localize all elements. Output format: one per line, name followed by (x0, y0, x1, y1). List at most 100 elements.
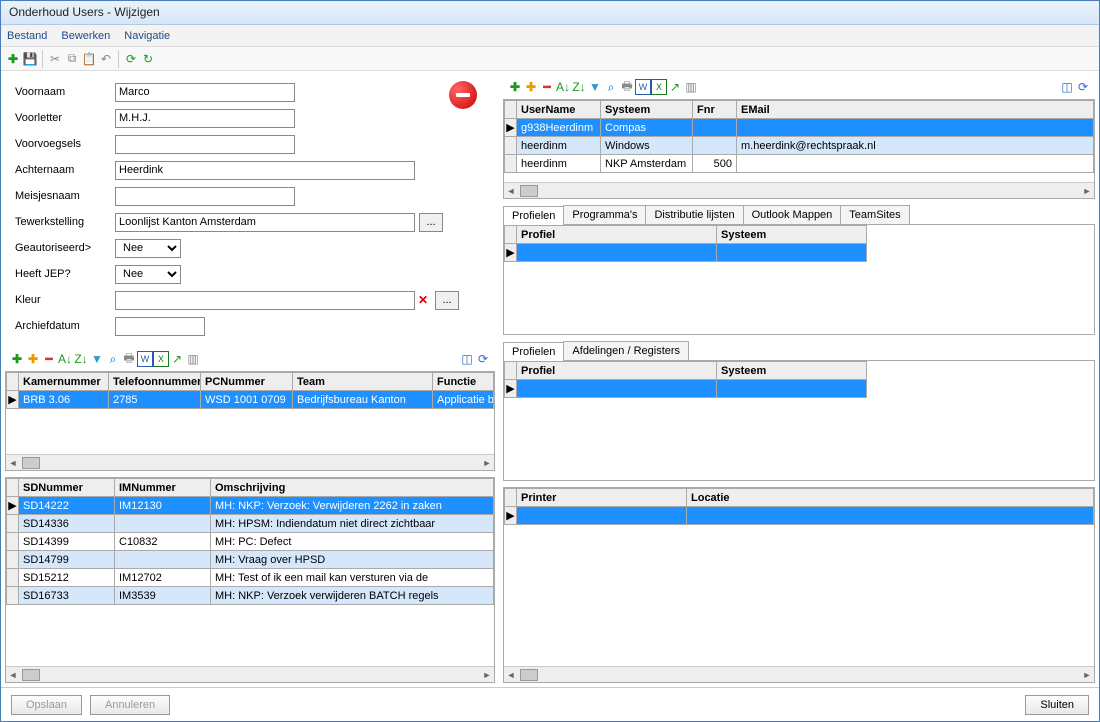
sluiten-button[interactable]: Sluiten (1025, 695, 1089, 715)
profiel-grid-2[interactable]: ProfielSysteem ▶ (503, 361, 1095, 481)
sync-icon[interactable]: ↻ (140, 51, 156, 67)
tab-outlook[interactable]: Outlook Mappen (743, 205, 842, 224)
plus-icon[interactable]: ✚ (25, 351, 41, 367)
remove-icon[interactable]: ━ (41, 351, 57, 367)
plus-icon[interactable]: ✚ (523, 79, 539, 95)
copy-icon[interactable]: ⧉ (64, 51, 80, 67)
col-profiel[interactable]: Profiel (517, 362, 717, 380)
input-voorvoegsels[interactable] (115, 135, 295, 154)
save-icon[interactable]: 💾 (22, 51, 38, 67)
input-achternaam[interactable] (115, 161, 415, 180)
refresh-icon[interactable]: ⟳ (1075, 79, 1091, 95)
table-row[interactable]: ▶ BRB 3.06 2785 WSD 1001 0709 Bedrijfsbu… (7, 391, 494, 409)
find-icon[interactable]: ⌕ (105, 351, 121, 367)
columns-icon[interactable]: ▥ (683, 79, 699, 95)
input-voornaam[interactable] (115, 83, 295, 102)
find-icon[interactable]: ⌕ (603, 79, 619, 95)
table-row[interactable]: heerdinmWindowsm.heerdink@rechtspraak.nl (505, 137, 1094, 155)
col-kamernummer[interactable]: Kamernummer (19, 373, 109, 391)
users-grid[interactable]: UserName Systeem Fnr EMail ▶g938Heerdinm… (503, 99, 1095, 199)
kamer-grid[interactable]: Kamernummer Telefoonnummer PCNummer Team… (5, 371, 495, 471)
lookup-kleur[interactable]: ... (435, 291, 459, 310)
input-tewerkstelling[interactable] (115, 213, 415, 232)
print-icon[interactable]: 🖶 (619, 79, 635, 95)
sort-desc-icon[interactable]: Z↓ (571, 79, 587, 95)
undo-icon[interactable]: ↶ (98, 51, 114, 67)
add-icon[interactable]: ✚ (9, 351, 25, 367)
h-scrollbar[interactable]: ◄► (6, 454, 494, 470)
sort-asc-icon[interactable]: A↓ (555, 79, 571, 95)
menu-bewerken[interactable]: Bewerken (61, 30, 110, 42)
h-scrollbar[interactable]: ◄► (6, 666, 494, 682)
col-functie[interactable]: Functie (433, 373, 494, 391)
tab-teamsites[interactable]: TeamSites (840, 205, 909, 224)
tab-afdelingen[interactable]: Afdelingen / Registers (563, 341, 689, 360)
opslaan-button[interactable]: Opslaan (11, 695, 82, 715)
detail-icon[interactable]: ◫ (1059, 79, 1075, 95)
table-row[interactable]: ▶ (505, 507, 1094, 525)
table-row[interactable]: SD16733IM3539MH: NKP: Verzoek verwijdere… (7, 587, 494, 605)
col-systeem[interactable]: Systeem (717, 362, 867, 380)
refresh-icon[interactable]: ⟳ (475, 351, 491, 367)
col-pcnummer[interactable]: PCNummer (201, 373, 293, 391)
col-fnr[interactable]: Fnr (693, 101, 737, 119)
h-scrollbar[interactable]: ◄► (504, 666, 1094, 682)
menu-navigatie[interactable]: Navigatie (124, 30, 170, 42)
lookup-tewerkstelling[interactable]: ... (419, 213, 443, 232)
menu-bestand[interactable]: Bestand (7, 30, 47, 42)
input-voorletter[interactable] (115, 109, 295, 128)
profiel-grid-1[interactable]: ProfielSysteem ▶ (503, 225, 1095, 335)
remove-icon[interactable]: ━ (539, 79, 555, 95)
paste-icon[interactable]: 📋 (81, 51, 97, 67)
input-meisjesnaam[interactable] (115, 187, 295, 206)
columns-icon[interactable]: ▥ (185, 351, 201, 367)
h-scrollbar[interactable]: ◄► (504, 182, 1094, 198)
table-row[interactable]: heerdinmNKP Amsterdam500 (505, 155, 1094, 173)
table-row[interactable]: ▶ (505, 244, 1094, 262)
filter-icon[interactable]: ▼ (587, 79, 603, 95)
annuleren-button[interactable]: Annuleren (90, 695, 170, 715)
col-printer[interactable]: Printer (517, 489, 687, 507)
select-geautoriseerd[interactable]: Nee (115, 239, 181, 258)
sd-grid[interactable]: SDNummer IMNummer Omschrijving ▶SD14222I… (5, 477, 495, 683)
filter-icon[interactable]: ▼ (89, 351, 105, 367)
table-row[interactable]: ▶g938HeerdinmCompas (505, 119, 1094, 137)
clear-kleur-icon[interactable]: ✕ (415, 292, 431, 308)
col-omschrijving[interactable]: Omschrijving (211, 479, 494, 497)
select-heeft-jep[interactable]: Nee (115, 265, 181, 284)
detail-icon[interactable]: ◫ (459, 351, 475, 367)
sort-asc-icon[interactable]: A↓ (57, 351, 73, 367)
export-icon[interactable]: ↗ (667, 79, 683, 95)
col-team[interactable]: Team (293, 373, 433, 391)
col-telefoon[interactable]: Telefoonnummer (109, 373, 201, 391)
refresh-icon[interactable]: ⟳ (123, 51, 139, 67)
tab-distributie[interactable]: Distributie lijsten (645, 205, 743, 224)
col-profiel[interactable]: Profiel (517, 226, 717, 244)
excel-icon[interactable]: X (153, 351, 169, 367)
col-sdnummer[interactable]: SDNummer (19, 479, 115, 497)
table-row[interactable]: SD14399C10832MH: PC: Defect (7, 533, 494, 551)
col-imnummer[interactable]: IMNummer (115, 479, 211, 497)
tab-profielen-2[interactable]: Profielen (503, 342, 564, 361)
col-locatie[interactable]: Locatie (687, 489, 1094, 507)
col-email[interactable]: EMail (737, 101, 1094, 119)
excel-icon[interactable]: X (651, 79, 667, 95)
sort-desc-icon[interactable]: Z↓ (73, 351, 89, 367)
col-username[interactable]: UserName (517, 101, 601, 119)
add-icon[interactable]: ✚ (507, 79, 523, 95)
export-icon[interactable]: ↗ (169, 351, 185, 367)
printer-grid[interactable]: PrinterLocatie ▶ ◄► (503, 487, 1095, 683)
word-icon[interactable]: W (137, 351, 153, 367)
word-icon[interactable]: W (635, 79, 651, 95)
input-archiefdatum[interactable] (115, 317, 205, 336)
tab-profielen[interactable]: Profielen (503, 206, 564, 225)
col-systeem[interactable]: Systeem (601, 101, 693, 119)
table-row[interactable]: ▶SD14222IM12130MH: NKP: Verzoek: Verwijd… (7, 497, 494, 515)
tab-programmas[interactable]: Programma's (563, 205, 646, 224)
table-row[interactable]: SD14799MH: Vraag over HPSD (7, 551, 494, 569)
table-row[interactable]: SD15212IM12702MH: Test of ik een mail ka… (7, 569, 494, 587)
delete-icon[interactable] (449, 81, 477, 109)
col-systeem[interactable]: Systeem (717, 226, 867, 244)
add-icon[interactable]: ✚ (5, 51, 21, 67)
cut-icon[interactable]: ✂ (47, 51, 63, 67)
